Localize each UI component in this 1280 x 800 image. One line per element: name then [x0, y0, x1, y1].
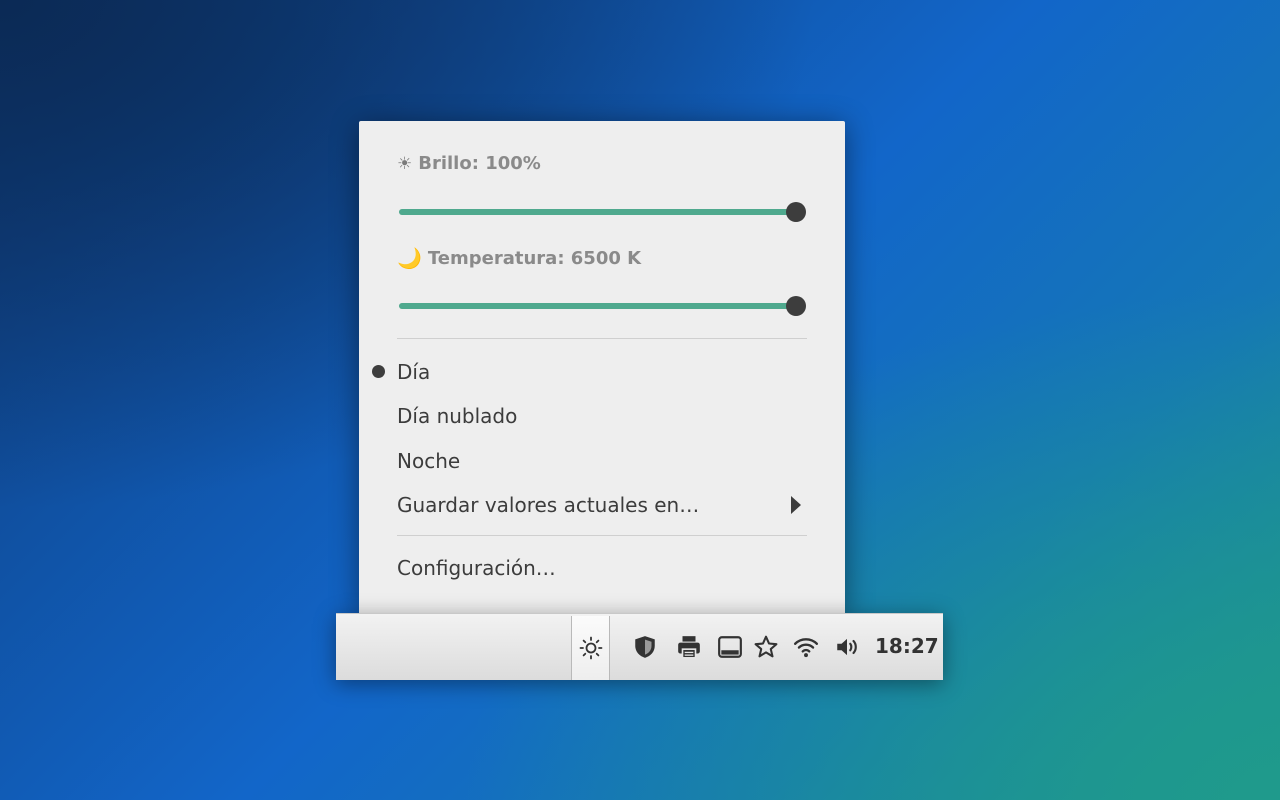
- bottom-panel: 18:27: [336, 613, 943, 680]
- temperature-label-text: Temperatura: 6500 K: [427, 247, 642, 269]
- printer-icon[interactable]: [675, 633, 703, 661]
- brightness-slider[interactable]: [399, 202, 806, 222]
- preset-label: Noche: [397, 449, 461, 473]
- wifi-icon[interactable]: [792, 633, 820, 661]
- menu-separator: [397, 338, 807, 339]
- slider-knob[interactable]: [786, 202, 806, 222]
- save-current-values-submenu[interactable]: Guardar valores actuales en…: [397, 487, 807, 523]
- preset-label: Día nublado: [397, 404, 518, 428]
- brightness-applet-button[interactable]: [571, 616, 610, 680]
- slider-fill: [399, 303, 796, 309]
- redshift-popup-menu: ☀ Brillo: 100% 🌙 Temperatura: 6500 K Día…: [359, 121, 845, 613]
- slider-knob[interactable]: [786, 296, 806, 316]
- submenu-label: Guardar valores actuales en…: [397, 493, 700, 517]
- submenu-arrow-icon: [791, 496, 801, 514]
- temperature-label: 🌙 Temperatura: 6500 K: [397, 246, 641, 270]
- menu-separator: [397, 535, 807, 536]
- star-icon[interactable]: [752, 633, 780, 661]
- temperature-slider[interactable]: [399, 296, 806, 316]
- preset-day[interactable]: Día: [397, 354, 807, 390]
- selected-preset-indicator: [372, 365, 385, 378]
- preset-label: Día: [397, 360, 431, 384]
- preset-night[interactable]: Noche: [397, 443, 807, 479]
- panel-clock[interactable]: 18:27: [875, 634, 939, 658]
- desktop-background: ☀ Brillo: 100% 🌙 Temperatura: 6500 K Día…: [0, 0, 1280, 800]
- preset-cloudy-day[interactable]: Día nublado: [397, 398, 807, 434]
- slider-fill: [399, 209, 796, 215]
- display-icon[interactable]: [716, 633, 744, 661]
- volume-icon[interactable]: [833, 633, 861, 661]
- moon-icon: 🌙: [397, 246, 422, 270]
- brightness-label: ☀ Brillo: 100%: [397, 153, 541, 174]
- brightness-label-text: Brillo: 100%: [418, 153, 541, 174]
- brightness-applet-icon: [579, 636, 602, 660]
- sun-icon: ☀: [397, 153, 413, 174]
- shield-icon[interactable]: [631, 633, 659, 661]
- settings-menu-item[interactable]: Configuración…: [397, 550, 807, 586]
- settings-label: Configuración…: [397, 556, 556, 580]
